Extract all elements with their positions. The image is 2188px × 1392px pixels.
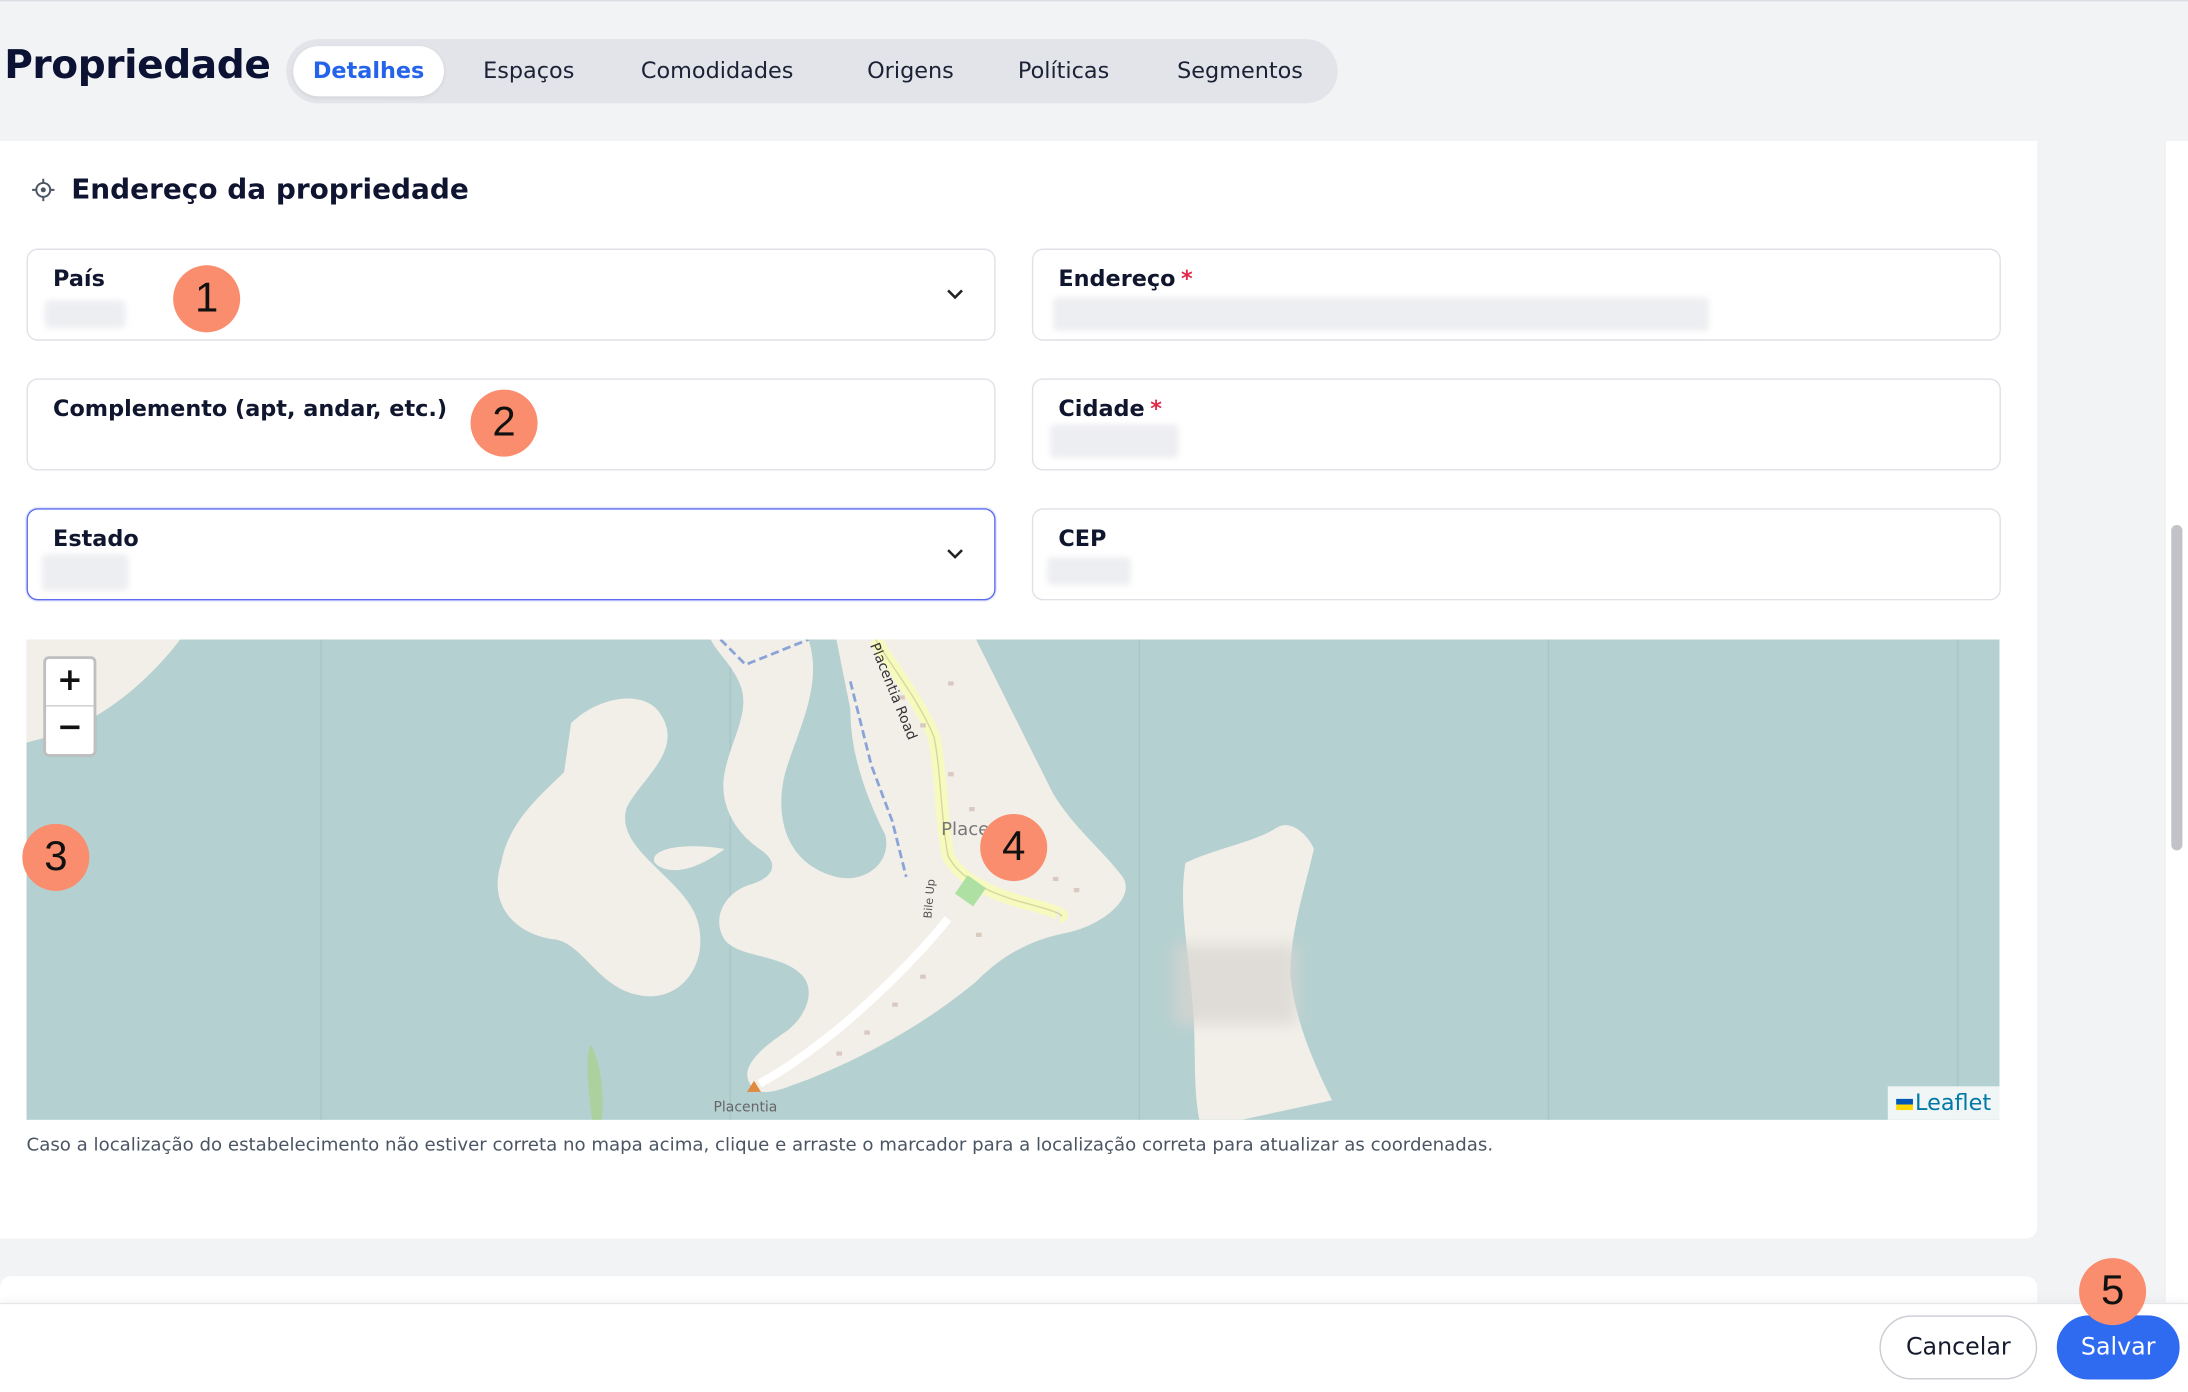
estado-select[interactable]: Estado bbox=[26, 508, 996, 601]
chevron-down-icon bbox=[947, 549, 963, 559]
endereco-value-redacted bbox=[1052, 297, 1710, 331]
zoom-out-button[interactable]: − bbox=[46, 707, 93, 754]
zoom-control: + − bbox=[43, 656, 97, 757]
location-target-icon bbox=[32, 178, 55, 202]
leaflet-link[interactable]: Leaflet bbox=[1915, 1089, 1991, 1116]
pais-value-redacted bbox=[44, 300, 126, 329]
cidade-value-redacted bbox=[1050, 424, 1179, 458]
annotation-badge: 2 bbox=[470, 389, 538, 457]
ukraine-flag-icon bbox=[1895, 1098, 1913, 1110]
map-help-text: Caso a localização do estabelecimento nã… bbox=[26, 1135, 1494, 1157]
tab-bar: Detalhes Espaços Comodidades Origens Pol… bbox=[286, 39, 1338, 104]
zoom-in-button[interactable]: + bbox=[46, 659, 94, 707]
section-title: Endereço da propriedade bbox=[71, 171, 469, 206]
tab-politicas[interactable]: Políticas bbox=[1018, 46, 1109, 96]
endereco-field[interactable]: Endereço * bbox=[1031, 248, 2001, 341]
save-button[interactable]: Salvar bbox=[2056, 1315, 2180, 1380]
estado-label: Estado bbox=[53, 525, 139, 552]
cidade-field[interactable]: Cidade * bbox=[1031, 378, 2001, 471]
cidade-label: Cidade bbox=[1058, 395, 1145, 422]
required-mark: * bbox=[1150, 395, 1162, 422]
tab-espacos[interactable]: Espaços bbox=[483, 46, 574, 96]
annotation-badge: 1 bbox=[173, 265, 241, 333]
cep-value-redacted bbox=[1047, 557, 1132, 586]
pais-label: País bbox=[53, 265, 105, 292]
park-area bbox=[587, 1044, 603, 1120]
cep-field[interactable]: CEP bbox=[1031, 508, 2001, 601]
tab-origens[interactable]: Origens bbox=[867, 46, 954, 96]
cep-label: CEP bbox=[1058, 525, 1107, 552]
endereco-label: Endereço bbox=[1058, 265, 1176, 292]
town-label: Placentia bbox=[714, 1099, 778, 1115]
scrollbar[interactable] bbox=[2164, 141, 2188, 1303]
annotation-badge: 4 bbox=[980, 814, 1048, 882]
required-mark: * bbox=[1181, 265, 1193, 292]
tab-detalhes[interactable]: Detalhes bbox=[293, 46, 445, 97]
cancel-button[interactable]: Cancelar bbox=[1879, 1315, 2038, 1380]
complemento-label: Complemento (apt, andar, etc.) bbox=[53, 395, 448, 422]
scrollbar-thumb[interactable] bbox=[2171, 525, 2183, 851]
page-title: Propriedade bbox=[4, 41, 271, 88]
tab-segmentos[interactable]: Segmentos bbox=[1177, 46, 1303, 96]
footer-bar bbox=[0, 1302, 2188, 1392]
map-attribution[interactable]: Leaflet bbox=[1887, 1086, 2000, 1120]
annotation-badge: 3 bbox=[22, 823, 90, 891]
estado-value-redacted bbox=[41, 554, 129, 591]
chevron-down-icon bbox=[947, 289, 963, 300]
land-area bbox=[497, 698, 701, 997]
top-divider bbox=[0, 0, 2188, 2]
land-area bbox=[653, 846, 725, 871]
pais-select[interactable]: País bbox=[26, 248, 996, 341]
annotation-badge: 5 bbox=[2079, 1258, 2147, 1326]
tab-comodidades[interactable]: Comodidades bbox=[641, 46, 794, 96]
